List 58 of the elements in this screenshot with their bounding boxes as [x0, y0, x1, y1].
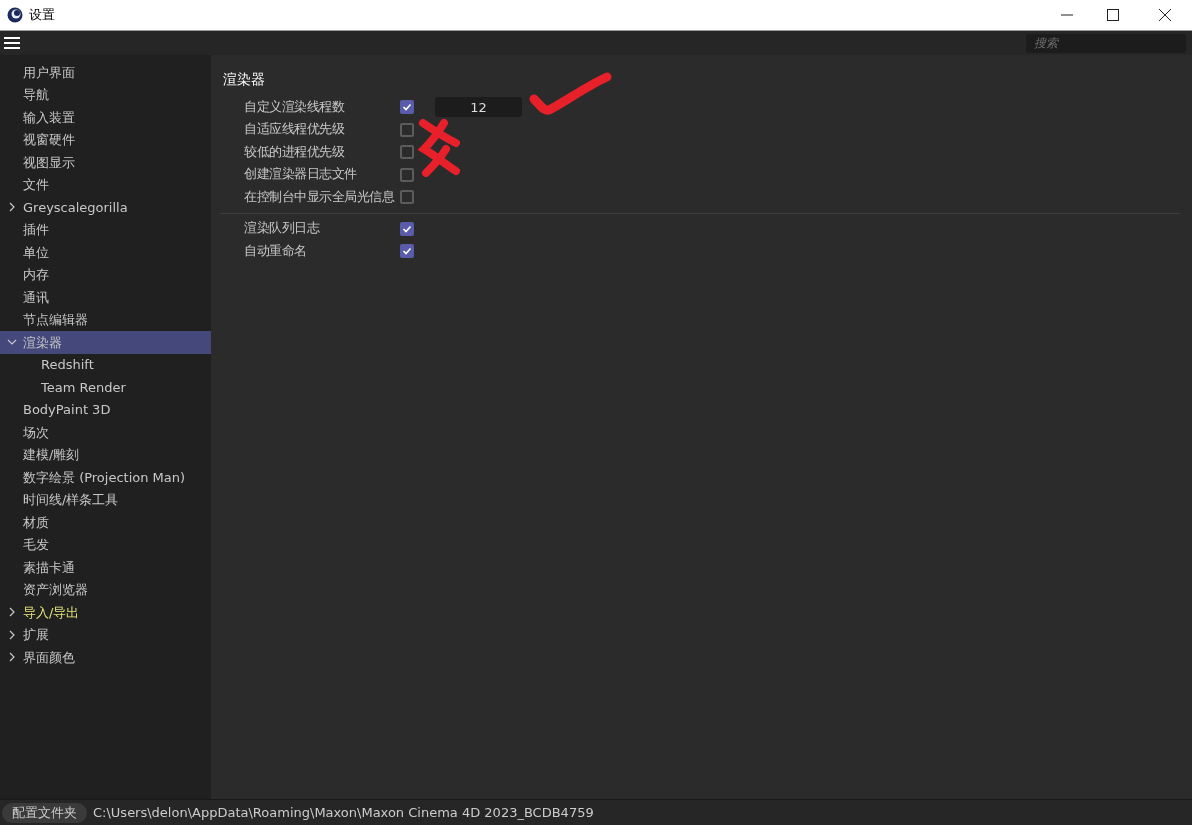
checkbox[interactable] — [400, 244, 414, 259]
sidebar-item[interactable]: 渲染器 — [0, 331, 211, 354]
setting-label: 创建渲染器日志文件 — [244, 165, 358, 184]
sidebar-item[interactable]: 数字绘景 (Projection Man) — [0, 466, 211, 489]
checkmark-icon — [402, 246, 412, 257]
section-title: 渲染器 — [223, 70, 266, 89]
close-icon[interactable] — [1159, 9, 1171, 21]
app-logo-icon — [7, 7, 23, 23]
sidebar-item[interactable]: Redshift — [0, 353, 211, 376]
sidebar-item[interactable]: 素描卡通 — [0, 556, 211, 579]
number-field[interactable]: 12 — [435, 97, 522, 118]
chevron-right-icon[interactable] — [7, 652, 17, 663]
sidebar-item[interactable]: Team Render — [0, 376, 211, 399]
menu-icon[interactable] — [4, 37, 20, 49]
chevron-right-icon[interactable] — [7, 202, 17, 213]
sidebar-item[interactable]: 视图显示 — [0, 151, 211, 174]
setting-label: 自定义渲染线程数 — [244, 97, 346, 116]
sidebar-item[interactable]: 时间线/样条工具 — [0, 488, 211, 511]
sidebar-item[interactable]: 材质 — [0, 511, 211, 534]
sidebar-item[interactable]: 场次 — [0, 421, 211, 444]
sidebar-item[interactable]: 资产浏览器 — [0, 578, 211, 601]
sidebar-item[interactable]: 内存 — [0, 263, 211, 286]
sidebar-item[interactable]: Greyscalegorilla — [0, 196, 211, 219]
checkbox[interactable] — [400, 167, 414, 182]
search-field[interactable]: 搜索 — [1026, 33, 1186, 53]
folder-path: C:\Users\delon\AppData\Roaming\Maxon\Maxon Cinema 4D 2023_BCDB4759 — [93, 803, 594, 822]
chevron-right-icon[interactable] — [7, 607, 17, 618]
sidebar-item[interactable]: BodyPaint 3D — [0, 398, 211, 421]
config-folder-button[interactable]: 配置文件夹 — [2, 802, 87, 823]
sidebar-item[interactable]: 单位 — [0, 241, 211, 264]
checkbox[interactable] — [400, 122, 414, 137]
sidebar-item[interactable]: 文件 — [0, 173, 211, 196]
checkbox[interactable] — [400, 190, 414, 205]
sidebar-item[interactable]: 用户界面 — [0, 61, 211, 84]
setting-label: 渲染队列日志 — [244, 219, 321, 238]
sidebar-item[interactable]: 节点编辑器 — [0, 308, 211, 331]
setting-label: 自适应线程优先级 — [244, 120, 345, 139]
sidebar-item[interactable]: 通讯 — [0, 286, 211, 309]
checkmark-icon — [402, 223, 412, 234]
window-title: 设置 — [29, 6, 55, 25]
sidebar-item[interactable]: 插件 — [0, 218, 211, 241]
setting-label: 在控制台中显示全局光信息 — [244, 187, 396, 206]
setting-label: 较低的进程优先级 — [244, 142, 345, 161]
sidebar-item[interactable]: 输入装置 — [0, 106, 211, 129]
sidebar-item[interactable]: 界面颜色 — [0, 646, 211, 669]
sidebar-item[interactable]: 视窗硬件 — [0, 128, 211, 151]
checkbox[interactable] — [400, 100, 414, 115]
checkbox[interactable] — [400, 221, 414, 236]
maximize-icon[interactable] — [1107, 9, 1119, 21]
sidebar-item[interactable]: 导入/导出 — [0, 601, 211, 624]
sidebar-item[interactable]: 导航 — [0, 83, 211, 106]
sidebar-item[interactable]: 扩展 — [0, 623, 211, 646]
checkbox[interactable] — [400, 145, 414, 160]
chevron-right-icon[interactable] — [7, 629, 17, 640]
sidebar-item[interactable]: 毛发 — [0, 533, 211, 556]
setting-label: 自动重命名 — [244, 241, 308, 260]
checkmark-icon — [402, 102, 412, 113]
sidebar-item[interactable]: 建模/雕刻 — [0, 443, 211, 466]
